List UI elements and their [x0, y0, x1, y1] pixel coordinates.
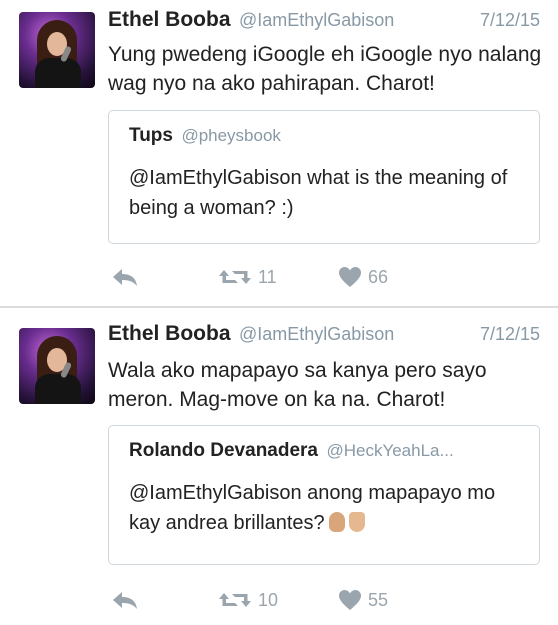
- author-handle[interactable]: @IamEthylGabison: [239, 324, 394, 344]
- quoted-author-handle: @HeckYeahLa...: [326, 441, 454, 460]
- heart-icon: [339, 590, 361, 610]
- victory-hand-emoji-icon: [348, 512, 365, 532]
- tweet-date[interactable]: 7/12/15: [480, 324, 540, 345]
- tweet-text: Wala ako mapapayo sa kanya pero sayo mer…: [108, 359, 487, 411]
- quoted-author-name: Rolando Devanadera: [129, 440, 318, 461]
- quoted-tweet-header: Rolando Devanadera @HeckYeahLa...: [129, 440, 454, 462]
- quoted-tweet-text-wrap: @IamEthylGabison anong mapapayo mo kay a…: [129, 478, 524, 538]
- like-button[interactable]: 55: [338, 585, 388, 615]
- reply-button[interactable]: [111, 585, 139, 615]
- tweet-card: Ethel Booba @IamEthylGabison 7/12/15 Wal…: [0, 0, 558, 625]
- reply-icon: [113, 592, 137, 609]
- ok-hand-emoji-icon: [328, 512, 345, 532]
- avatar-body: [35, 374, 81, 404]
- avatar[interactable]: [19, 328, 95, 404]
- like-count: 55: [368, 589, 389, 610]
- author-name[interactable]: Ethel Booba: [108, 322, 231, 345]
- quoted-tweet-text: @IamEthylGabison anong mapapayo mo kay a…: [129, 482, 496, 534]
- quoted-tweet[interactable]: Rolando Devanadera @HeckYeahLa... @IamEt…: [108, 425, 540, 565]
- retweet-count: 10: [258, 589, 279, 610]
- tweet-actions: 10 55: [108, 585, 548, 615]
- tweet-header: Ethel Booba @IamEthylGabison 7/12/15: [108, 322, 544, 352]
- retweet-button[interactable]: 10: [218, 585, 278, 615]
- retweet-icon: [219, 593, 251, 607]
